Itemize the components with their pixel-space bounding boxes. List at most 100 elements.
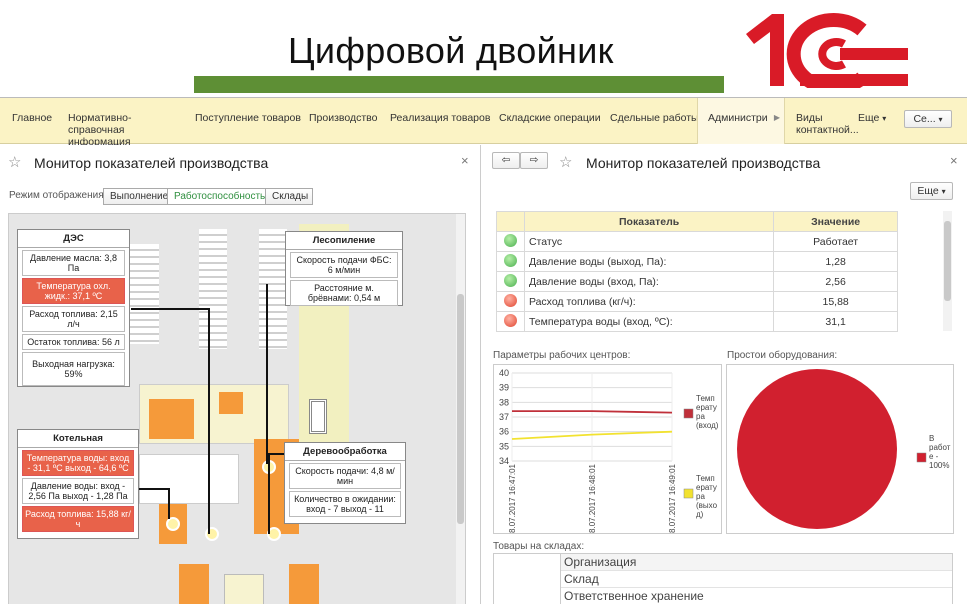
section-administration-label: Администри (708, 112, 768, 124)
section-main[interactable]: Главное (12, 112, 52, 124)
status-red-icon (503, 293, 517, 307)
dropdown-arrow-icon: ▾ (882, 114, 887, 123)
map-vertical-scrollbar[interactable] (456, 214, 465, 604)
close-icon[interactable]: × (461, 153, 469, 168)
arrow-right-icon: ⇨ (529, 154, 539, 166)
section-production[interactable]: Производство (309, 112, 377, 124)
legend-swatch (683, 488, 694, 499)
table-row[interactable]: Температура воды (вход, ºС): 31,1 (496, 311, 898, 332)
table-row[interactable]: Расход топлива (кг/ч): 15,88 (496, 291, 898, 312)
mode-health-button[interactable]: Работоспособность (167, 188, 266, 205)
stock-row[interactable]: Ответственное хранение (561, 588, 952, 604)
section-piecework[interactable]: Сдельные работы (610, 112, 699, 124)
status-green-icon (503, 273, 517, 287)
service-menu-button[interactable]: Се... ▾ (904, 110, 952, 128)
mode-execution-button[interactable]: Выполнение (103, 188, 168, 205)
status-column-header (496, 211, 525, 232)
status-cell (496, 251, 525, 272)
card-der-title: Деревообработка (285, 443, 405, 461)
status-cell (496, 311, 525, 332)
y-tick-label: 39 (499, 383, 509, 393)
y-tick-label: 37 (499, 412, 509, 422)
indicators-table-body: Статус Работает Давление воды (выход, Па):… (496, 231, 898, 332)
section-reference-info[interactable]: Нормативно-справочная информация (68, 112, 186, 148)
status-cell (496, 271, 525, 292)
card-der-row: Количество в ожидании: вход - 7 выход - … (289, 491, 401, 517)
indicator-value-cell: 1,28 (773, 251, 898, 272)
downtime-pie-chart: Вработ е -100% (737, 369, 951, 529)
card-kot[interactable]: Котельная Температура воды: вход - 31,1 … (17, 429, 139, 539)
favorite-star-icon[interactable]: ☆ (559, 153, 572, 171)
table-scroll-thumb[interactable] (944, 221, 951, 301)
more-actions-button[interactable]: Еще ▾ (910, 182, 953, 200)
more-actions-label: Еще (917, 185, 939, 197)
indicator-name-cell: Давление воды (выход, Па): (523, 251, 775, 272)
service-menu-label: Се... (913, 113, 936, 125)
sections-more-button[interactable]: Еще ▾ (858, 112, 886, 125)
arrow-left-icon: ⇦ (501, 154, 511, 166)
pie-chart-container: Вработ е -100% (726, 364, 954, 534)
chevron-right-icon[interactable]: ▶ (774, 112, 780, 124)
card-les-row: Скорость подачи ФБС: 6 м/мин (290, 252, 398, 278)
status-green-icon (503, 233, 517, 247)
stock-title: Товары на складах: (493, 541, 585, 552)
dropdown-arrow-icon: ▾ (938, 115, 943, 124)
x-tick-label: 18.07.2017 16:48:01 (588, 463, 597, 533)
stock-row[interactable]: Склад (561, 571, 952, 588)
work-center-line-chart: 3435363738394018.07.2017 16:47:01 18.07.2… (499, 368, 719, 537)
favorite-star-icon[interactable]: ☆ (8, 153, 21, 171)
chart2-title: Простои оборудования: (727, 350, 838, 361)
line-chart-container: 34 35 36 37 38 39 40 18.07.2017 16:47:01 18.07.2… (493, 364, 722, 537)
section-goods-receipt[interactable]: Поступление товаров (195, 112, 301, 124)
column-header-value: Значение (773, 211, 898, 232)
slide-title: Цифровой двойник (288, 30, 614, 71)
title-underline-bar (194, 76, 724, 93)
table-row[interactable]: Статус Работает (496, 231, 898, 252)
section-administration[interactable]: Администри ▶ (697, 98, 785, 144)
indicator-name-cell: Температура воды (вход, ºС): (523, 311, 775, 332)
y-tick-label: 38 (499, 397, 509, 407)
forward-button[interactable]: ⇨ (520, 152, 548, 169)
card-des-row: Расход топлива: 2,15 л/ч (22, 306, 125, 332)
card-les-row: Расстояние м. брёвнами: 0,54 м (290, 280, 398, 306)
indicator-value-cell: 2,56 (773, 271, 898, 292)
pie-slice (737, 369, 897, 529)
card-der-row: Скорость подачи: 4,8 м/мин (289, 463, 401, 489)
map-scroll-thumb[interactable] (457, 294, 464, 524)
back-button[interactable]: ⇦ (492, 152, 520, 169)
indicator-name-cell: Давление воды (вход, Па): (523, 271, 775, 292)
x-tick-label: 18.07.2017 16:47:01 (508, 463, 517, 533)
card-des[interactable]: ДЭС Давление масла: 3,8 Па Температура о… (17, 229, 130, 387)
mode-warehouses-button[interactable]: Склады (265, 188, 313, 205)
card-les[interactable]: Лесопиление Скорость подачи ФБС: 6 м/мин… (285, 231, 403, 306)
table-vertical-scrollbar[interactable] (943, 211, 952, 331)
left-panel-title: Монитор показателей производства (34, 155, 269, 171)
status-cell (496, 291, 525, 312)
section-contact-types[interactable]: Виды контактной... (796, 112, 859, 136)
stock-row[interactable]: Организация (561, 554, 952, 571)
card-der[interactable]: Деревообработка Скорость подачи: 4,8 м/м… (284, 442, 406, 524)
indicator-value-cell: 15,88 (773, 291, 898, 312)
presentation-slide: Цифровой двойник Главное Нормативно-спра… (0, 0, 967, 604)
mode-label: Режим отображения: (9, 190, 107, 201)
column-header-indicator: Показатель (523, 211, 775, 232)
card-kot-row: Давление воды: вход - 2,56 Па выход - 1,… (22, 478, 134, 504)
table-row[interactable]: Давление воды (выход, Па): 1,28 (496, 251, 898, 272)
legend-label: Вработ е -100% (929, 434, 951, 470)
dropdown-arrow-icon: ▾ (941, 187, 946, 196)
card-des-row: Давление масла: 3,8 Па (22, 250, 125, 276)
status-cell (496, 231, 525, 252)
chart1-title: Параметры рабочих центров: (493, 350, 631, 361)
card-des-title: ДЭС (18, 230, 129, 248)
y-tick-label: 36 (499, 427, 509, 437)
card-des-row-alarm: Температура охл. жидк.: 37,1 ºС (22, 278, 125, 304)
table-row[interactable]: Давление воды (вход, Па): 2,56 (496, 271, 898, 292)
card-les-title: Лесопиление (286, 232, 402, 250)
section-warehouse[interactable]: Складские операции (499, 112, 601, 124)
indicators-table: Показатель Значение Статус Работает Давлен… (496, 211, 898, 332)
legend-label: Темп ерату ра (вход) (696, 394, 719, 430)
section-sales[interactable]: Реализация товаров (390, 112, 490, 124)
stock-grid-columns: Организация Склад Ответственное хранение (560, 554, 952, 604)
close-icon[interactable]: × (950, 153, 958, 168)
card-kot-row-alarm: Температура воды: вход - 31,1 ºС выход -… (22, 450, 134, 476)
